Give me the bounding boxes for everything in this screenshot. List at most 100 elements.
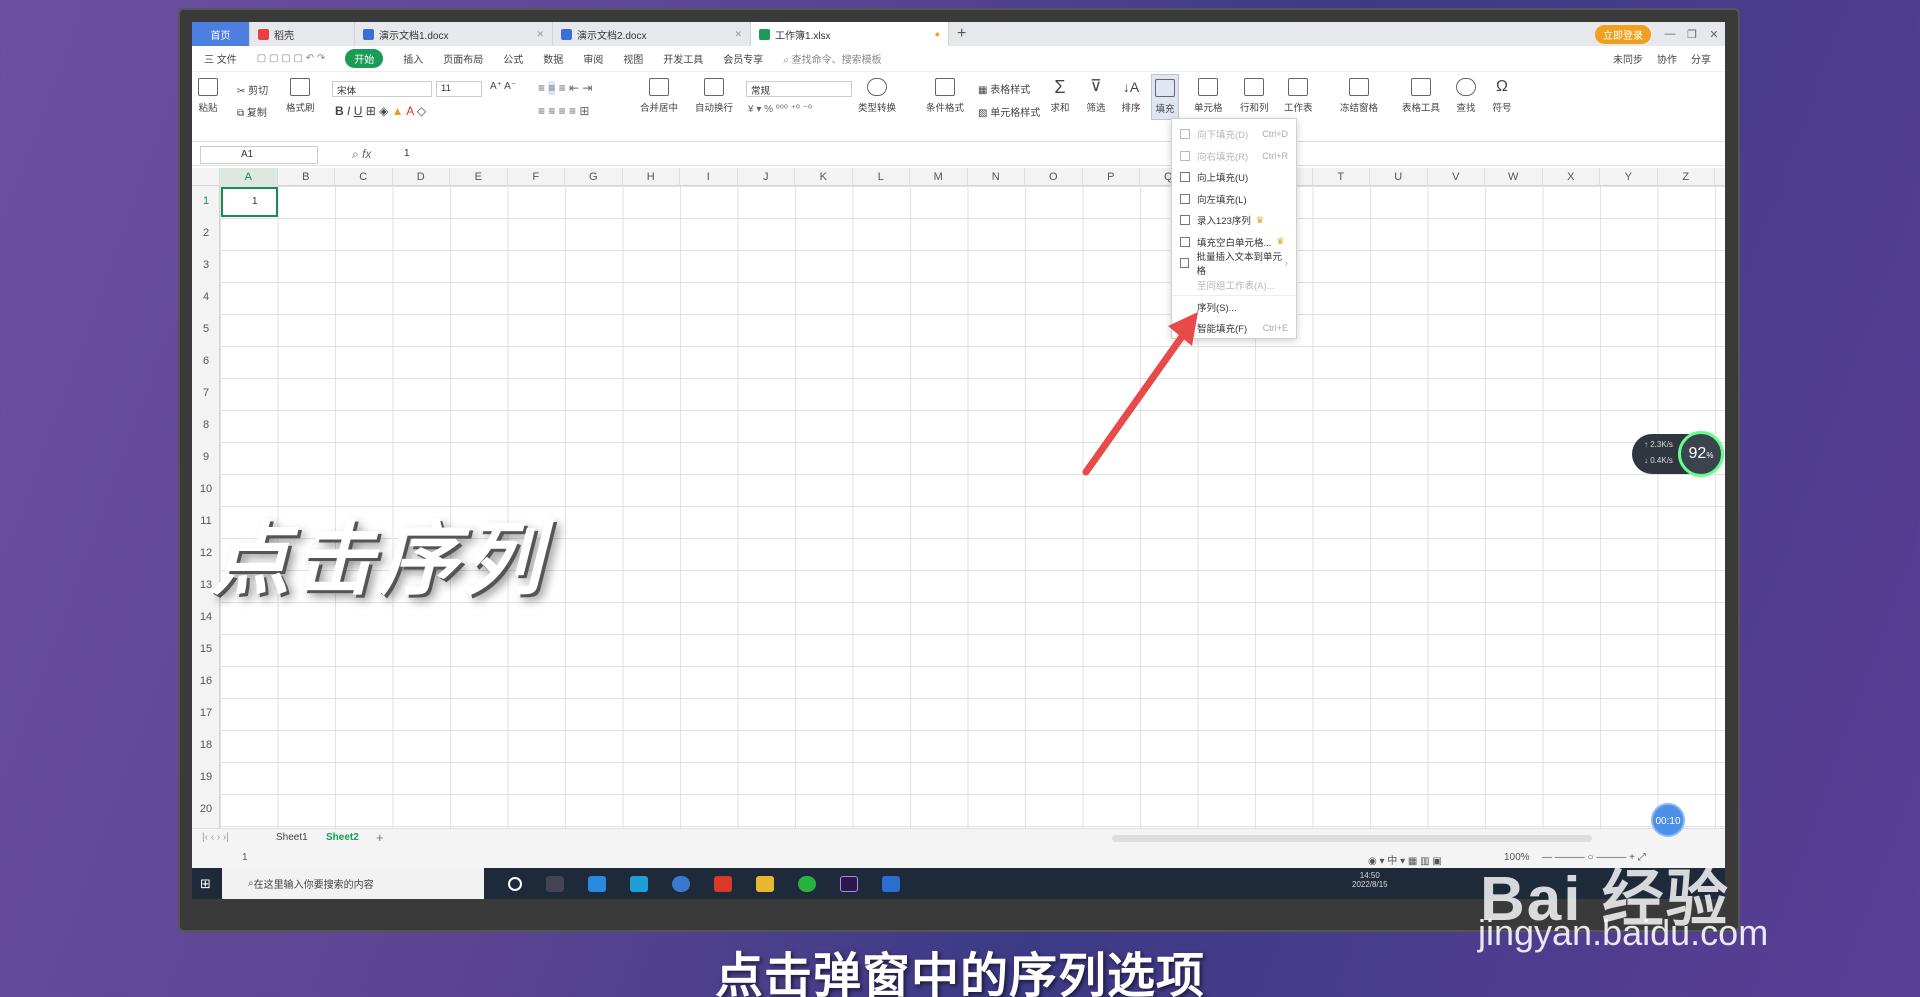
number-format-select[interactable]: 常规 bbox=[746, 81, 852, 97]
column-header[interactable]: L bbox=[853, 168, 910, 186]
name-box[interactable]: A1 bbox=[200, 146, 318, 164]
menu-start[interactable]: 开始 bbox=[345, 49, 384, 68]
sum-button[interactable]: Σ 求和 bbox=[1050, 78, 1070, 114]
media-app-icon[interactable] bbox=[882, 875, 900, 892]
horizontal-scrollbar[interactable] bbox=[1112, 835, 1592, 842]
fill-menu-item[interactable]: 批量插入文本到单元格 › bbox=[1172, 252, 1296, 277]
column-header[interactable]: W bbox=[1485, 168, 1543, 186]
row-header[interactable]: 15 bbox=[192, 643, 220, 655]
wrap-button[interactable]: 自动换行 bbox=[695, 78, 733, 114]
tab-doc1[interactable]: 演示文档1.docx ✕ bbox=[355, 22, 553, 46]
sogou-icon[interactable] bbox=[672, 875, 690, 892]
formula-input[interactable]: 1 bbox=[404, 148, 410, 159]
close-icon[interactable]: ✕ bbox=[536, 29, 544, 40]
restore-icon[interactable]: ❐ bbox=[1681, 28, 1703, 41]
column-header[interactable]: E bbox=[450, 168, 508, 186]
h-align-icons[interactable]: ≡ ≡ ≡ ≡ ⊞ bbox=[538, 104, 589, 118]
fill-button[interactable]: 填充 bbox=[1151, 74, 1179, 120]
freeze-button[interactable]: 冻结窗格 bbox=[1340, 78, 1378, 114]
row-header[interactable]: 2 bbox=[192, 227, 220, 239]
column-header[interactable]: M bbox=[910, 168, 968, 186]
row-header[interactable]: 9 bbox=[192, 451, 220, 463]
task-view-icon[interactable] bbox=[546, 875, 564, 892]
column-header[interactable]: Z bbox=[1658, 168, 1715, 186]
font-grow-icons[interactable]: A⁺ A⁻ bbox=[490, 81, 516, 92]
column-header[interactable]: V bbox=[1428, 168, 1485, 186]
menu-member[interactable]: 会员专享 bbox=[723, 51, 763, 66]
folder-icon[interactable] bbox=[756, 875, 774, 892]
row-header[interactable]: 3 bbox=[192, 259, 220, 271]
column-header[interactable]: U bbox=[1370, 168, 1428, 186]
windows-start-icon[interactable]: ⊞ bbox=[200, 876, 211, 892]
align-icons[interactable]: ≡ ≡ ≡ ⇤ ⇥ bbox=[538, 81, 592, 95]
selected-cell-a1[interactable] bbox=[221, 187, 278, 217]
sheet-nav-icons[interactable]: |‹ ‹ › ›| bbox=[202, 832, 229, 843]
column-header[interactable]: J bbox=[738, 168, 795, 186]
tab-daoke[interactable]: 稻壳 bbox=[250, 22, 355, 46]
row-header[interactable]: 10 bbox=[192, 483, 220, 495]
fx-icons[interactable]: ⌕ fx bbox=[352, 147, 371, 162]
quick-access-icons[interactable]: ▢ ▢ ▢ ▢ ↶ ↷ bbox=[257, 53, 325, 64]
column-header[interactable]: O bbox=[1025, 168, 1083, 186]
type-convert-button[interactable]: 类型转换 bbox=[858, 78, 896, 114]
filter-button[interactable]: ⊽ 筛选 bbox=[1086, 78, 1106, 114]
row-header[interactable]: 14 bbox=[192, 611, 220, 623]
minimize-icon[interactable]: — bbox=[1659, 28, 1681, 40]
edge-icon[interactable] bbox=[630, 875, 648, 892]
cell-style-button[interactable]: ▨ 单元格样式 bbox=[978, 104, 1040, 119]
column-header[interactable]: K bbox=[795, 168, 853, 186]
fill-menu-item[interactable]: 向左填充(L) bbox=[1172, 188, 1296, 210]
cond-format-button[interactable]: 条件格式 bbox=[926, 78, 964, 114]
fill-menu-item[interactable]: 向上填充(U) bbox=[1172, 166, 1296, 188]
browser-icon[interactable] bbox=[588, 875, 606, 892]
row-header[interactable]: 1 bbox=[192, 195, 220, 207]
table-style-button[interactable]: ▦ 表格样式 bbox=[978, 81, 1030, 96]
column-header[interactable]: B bbox=[278, 168, 335, 186]
wechat-icon[interactable] bbox=[798, 875, 816, 892]
menu-data[interactable]: 数据 bbox=[543, 51, 563, 66]
sync-status[interactable]: 未同步 bbox=[1613, 51, 1643, 66]
row-header[interactable]: 7 bbox=[192, 387, 220, 399]
row-header[interactable]: 19 bbox=[192, 771, 220, 783]
login-button[interactable]: 立即登录 bbox=[1595, 24, 1651, 44]
file-menu[interactable]: 三 文件 bbox=[204, 51, 237, 66]
close-window-icon[interactable]: ✕ bbox=[1703, 28, 1725, 41]
column-header[interactable]: I bbox=[680, 168, 738, 186]
font-style-icons[interactable]: B I U ⊞ ◈ ▲ A ◇ bbox=[335, 104, 426, 118]
row-header[interactable]: 18 bbox=[192, 739, 220, 751]
taskbar-search[interactable]: ⌕ 在这里输入你要搜索的内容 bbox=[222, 868, 484, 899]
copy-button[interactable]: ⧉ 复制 bbox=[237, 104, 267, 119]
sheet-tab-1[interactable]: Sheet1 bbox=[276, 832, 308, 843]
cell-button[interactable]: 单元格 bbox=[1194, 78, 1223, 114]
cut-button[interactable]: ✂ 剪切 bbox=[237, 82, 268, 97]
column-header[interactable]: D bbox=[393, 168, 450, 186]
taskbar-clock[interactable]: 14:50 2022/8/15 bbox=[1352, 871, 1388, 889]
paste-button[interactable]: 粘贴 bbox=[198, 78, 218, 114]
menu-dev-tools[interactable]: 开发工具 bbox=[663, 51, 703, 66]
row-header[interactable]: 4 bbox=[192, 291, 220, 303]
row-header[interactable]: 20 bbox=[192, 803, 220, 815]
menu-view[interactable]: 视图 bbox=[623, 51, 643, 66]
select-all-corner[interactable] bbox=[192, 168, 220, 186]
tab-workbook[interactable]: 工作簿1.xlsx ● bbox=[751, 22, 949, 46]
menu-page-layout[interactable]: 页面布局 bbox=[443, 51, 483, 66]
wps-icon[interactable] bbox=[714, 875, 732, 892]
add-tab-button[interactable]: + bbox=[949, 25, 974, 43]
menu-formula[interactable]: 公式 bbox=[503, 51, 523, 66]
row-header[interactable]: 8 bbox=[192, 419, 220, 431]
table-tools-button[interactable]: 表格工具 bbox=[1402, 78, 1440, 114]
sort-button[interactable]: ↓A 排序 bbox=[1121, 78, 1141, 114]
column-header[interactable]: Y bbox=[1600, 168, 1658, 186]
column-header[interactable]: T bbox=[1313, 168, 1370, 186]
symbol-button[interactable]: Ω 符号 bbox=[1492, 78, 1512, 114]
column-header[interactable]: N bbox=[968, 168, 1025, 186]
add-sheet-button[interactable]: + bbox=[376, 830, 384, 845]
row-header[interactable]: 17 bbox=[192, 707, 220, 719]
column-header[interactable]: H bbox=[623, 168, 680, 186]
premiere-icon[interactable] bbox=[840, 875, 858, 892]
fill-menu-item[interactable]: 录入123序列 ♛ bbox=[1172, 209, 1296, 231]
row-header[interactable]: 16 bbox=[192, 675, 220, 687]
merge-button[interactable]: 合并居中 bbox=[640, 78, 678, 114]
command-search[interactable]: ⌕ 查找命令、搜索模板 bbox=[783, 51, 881, 66]
row-col-button[interactable]: 行和列 bbox=[1240, 78, 1269, 114]
